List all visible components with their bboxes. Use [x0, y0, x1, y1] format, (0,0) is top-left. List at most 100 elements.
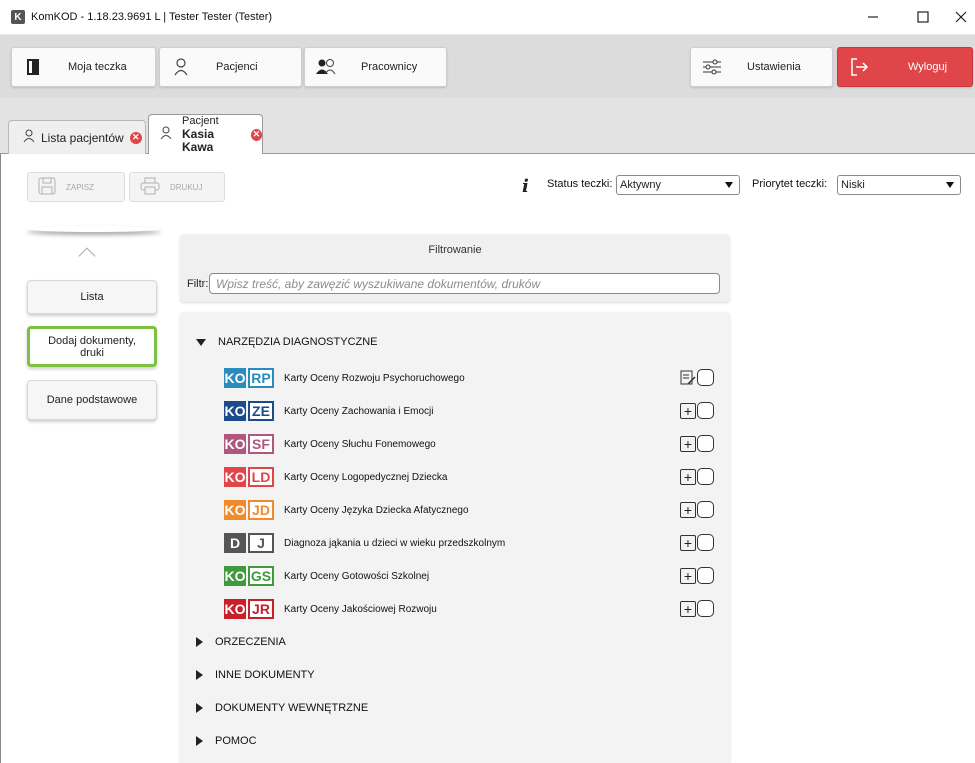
nav-label: Ustawienia	[747, 61, 801, 73]
nav-ustawienia-button[interactable]: Ustawienia	[690, 47, 833, 87]
nav-label: Pracownicy	[361, 61, 418, 73]
save-button[interactable]: ZAPISZ	[27, 172, 125, 202]
close-window-button[interactable]	[946, 0, 975, 34]
select-checkbox[interactable]	[697, 468, 714, 485]
badge-suffix: LD	[248, 467, 274, 487]
floppy-icon	[38, 177, 56, 197]
document-badge: KO RP	[224, 368, 274, 388]
status-value: Aktywny	[620, 179, 661, 191]
select-checkbox[interactable]	[697, 600, 714, 617]
print-button[interactable]: DRUKUJ	[129, 172, 225, 202]
app-logo-icon: K	[11, 10, 25, 24]
select-checkbox[interactable]	[697, 534, 714, 551]
badge-prefix: KO	[224, 566, 246, 586]
select-checkbox[interactable]	[697, 435, 714, 452]
save-label: ZAPISZ	[66, 182, 95, 192]
logout-icon	[848, 56, 870, 78]
document-row[interactable]: D J Diagnoza jąkania u dzieci w wieku prze…	[224, 529, 714, 557]
collapsed-arrow-icon	[196, 703, 203, 713]
document-badge: KO JR	[224, 599, 274, 619]
status-select[interactable]: Aktywny	[616, 175, 740, 195]
edit-document-icon[interactable]	[680, 370, 696, 386]
tabs-bar: Lista pacjentów ✕ Pacjent Kasia Kawa ✕	[0, 98, 975, 154]
document-row[interactable]: KO GS Karty Oceny Gotowości Szkolnej +	[224, 562, 714, 590]
close-tab-icon[interactable]: ✕	[250, 128, 262, 141]
tab-label-patient-name: Kasia Kawa	[182, 127, 215, 154]
info-icon[interactable]: i	[522, 176, 529, 197]
select-checkbox[interactable]	[697, 501, 714, 518]
nav-pacjenci-button[interactable]: Pacjenci	[159, 47, 302, 87]
badge-prefix: KO	[224, 368, 246, 388]
document-name: Karty Oceny Słuchu Fonemowego	[284, 438, 436, 450]
badge-suffix: SF	[248, 434, 274, 454]
add-document-icon[interactable]: +	[680, 600, 696, 617]
document-row[interactable]: KO SF Karty Oceny Słuchu Fonemowego +	[224, 430, 714, 458]
filter-title: Filtrowanie	[428, 244, 482, 256]
nav-moja-teczka-button[interactable]: Moja teczka	[11, 47, 156, 87]
section-inne-dokumenty[interactable]: INNE DOKUMENTY	[196, 669, 315, 681]
minimize-icon	[868, 16, 878, 18]
select-checkbox[interactable]	[697, 369, 714, 386]
nav-label: Moja teczka	[68, 61, 127, 73]
document-row[interactable]: KO ZE Karty Oceny Zachowania i Emocji +	[224, 397, 714, 425]
badge-prefix: KO	[224, 500, 246, 520]
tab-pacjent[interactable]: Pacjent Kasia Kawa ✕	[148, 114, 263, 154]
nav-wyloguj-button[interactable]: Wyloguj	[837, 47, 973, 87]
close-tab-icon[interactable]: ✕	[129, 131, 142, 144]
document-name: Karty Oceny Logopedycznej Dziecka	[284, 471, 448, 483]
document-actions: +	[680, 567, 714, 584]
priority-select[interactable]: Niski	[837, 175, 961, 195]
person-icon	[160, 126, 172, 143]
section-narzedzia-diagnostyczne[interactable]: NARZĘDZIA DIAGNOSTYCZNE	[196, 336, 378, 348]
person-icon	[23, 129, 35, 146]
badge-suffix: GS	[248, 566, 274, 586]
filter-input[interactable]: Wpisz treść, aby zawęzić wyszukiwane dok…	[209, 273, 720, 294]
add-document-icon[interactable]: +	[680, 468, 696, 485]
add-document-icon[interactable]: +	[680, 567, 696, 584]
add-document-icon[interactable]: +	[680, 501, 696, 518]
document-row[interactable]: KO JR Karty Oceny Jakościowej Rozwoju +	[224, 595, 714, 623]
section-label: NARZĘDZIA DIAGNOSTYCZNE	[218, 336, 378, 348]
person-icon	[170, 56, 192, 78]
section-label: INNE DOKUMENTY	[215, 669, 315, 681]
document-actions: +	[680, 435, 714, 452]
document-actions: +	[680, 402, 714, 419]
chevron-down-icon	[725, 182, 733, 188]
chevron-down-icon	[946, 182, 954, 188]
priority-value: Niski	[841, 179, 865, 191]
printer-icon	[140, 177, 160, 197]
add-document-icon[interactable]: +	[680, 534, 696, 551]
document-row[interactable]: KO JD Karty Oceny Języka Dziecka Afatyczne…	[224, 496, 714, 524]
select-checkbox[interactable]	[697, 567, 714, 584]
section-orzeczenia[interactable]: ORZECZENIA	[196, 636, 286, 648]
document-badge: KO ZE	[224, 401, 274, 421]
chevron-up-icon[interactable]	[78, 247, 96, 265]
people-icon	[315, 56, 337, 78]
document-actions: +	[680, 600, 714, 617]
sidebar-divider	[27, 226, 161, 232]
badge-suffix: ZE	[248, 401, 274, 421]
badge-prefix: D	[224, 533, 246, 553]
document-row[interactable]: KO RP Karty Oceny Rozwoju Psychoruchowego	[224, 364, 714, 392]
add-document-icon[interactable]: +	[680, 435, 696, 452]
sidebar-item-dodaj-dokumenty[interactable]: Dodaj dokumenty, druki	[27, 326, 157, 367]
add-document-icon[interactable]: +	[680, 402, 696, 419]
sidebar-item-dane-podstawowe[interactable]: Dane podstawowe	[27, 380, 157, 420]
badge-prefix: KO	[224, 599, 246, 619]
sidebar-item-lista[interactable]: Lista	[27, 280, 157, 314]
maximize-button[interactable]	[903, 0, 943, 34]
document-name: Karty Oceny Gotowości Szkolnej	[284, 570, 430, 582]
badge-prefix: KO	[224, 467, 246, 487]
minimize-button[interactable]	[853, 0, 893, 34]
close-icon	[955, 11, 966, 23]
maximize-icon	[917, 11, 929, 23]
select-checkbox[interactable]	[697, 402, 714, 419]
section-pomoc[interactable]: POMOC	[196, 735, 257, 747]
section-dokumenty-wewnetrzne[interactable]: DOKUMENTY WEWNĘTRZNE	[196, 702, 368, 714]
nav-pracownicy-button[interactable]: Pracownicy	[304, 47, 447, 87]
document-row[interactable]: KO LD Karty Oceny Logopedycznej Dziecka +	[224, 463, 714, 491]
status-label: Status teczki:	[547, 178, 613, 190]
tab-lista-pacjentow[interactable]: Lista pacjentów ✕	[8, 120, 146, 154]
document-actions	[680, 369, 714, 386]
nav-label: Pacjenci	[216, 61, 258, 73]
